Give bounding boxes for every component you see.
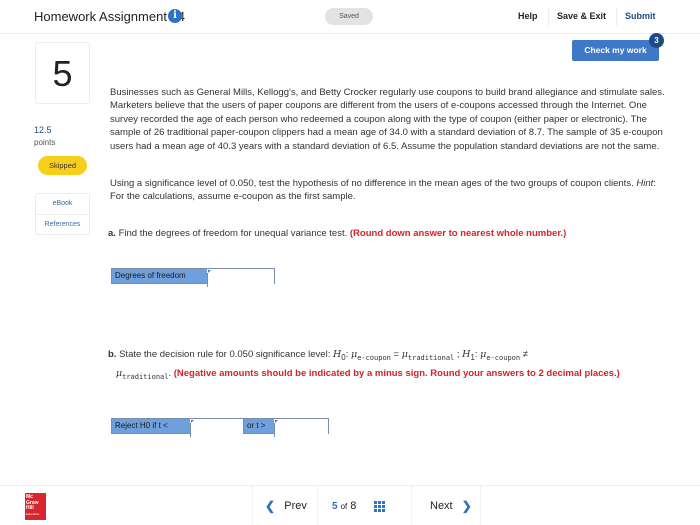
part-a-letter: a. [108,228,116,239]
references-link[interactable]: References [36,214,89,234]
reject-upper-label: or t > [243,419,274,433]
assignment-title: Homework Assignment #4 [34,9,186,24]
current-page: 5 [332,500,338,512]
degrees-of-freedom-label: Degrees of freedom [112,269,207,283]
chevron-right-icon: ❯ [461,499,472,513]
next-label: Next [430,500,453,512]
next-button[interactable]: Next ❯ [411,486,481,525]
h1-subscript: 1 [470,352,475,362]
skipped-status-badge: Skipped [38,156,87,175]
points-label: points [34,138,56,147]
part-b-question: b. State the decision rule for 0.050 sig… [108,349,620,381]
input-wrapper [207,269,274,287]
help-link[interactable]: Help [518,11,538,21]
separator: ; [454,349,463,360]
save-exit-link[interactable]: Save & Exit [557,11,606,21]
grid-view-icon[interactable] [374,500,386,512]
reject-lower-input[interactable] [190,422,243,437]
chevron-left-icon: ❮ [265,499,276,513]
mu-subscript: e-coupon [357,353,391,362]
part-b-text: State the decision rule for 0.050 signif… [119,349,333,360]
saved-status-badge: Saved [325,8,373,25]
part-b-instruction: (Negative amounts should be indicated by… [173,367,620,379]
mu-subscript: traditional [122,372,169,381]
attempts-badge: 3 [649,33,664,48]
equals-sign: = [390,349,402,360]
reject-lower-label: Reject H0 if t < [112,419,190,433]
logo-text: Education [26,511,40,516]
mu-subscript: e-coupon [486,353,521,362]
question-number: 5 [35,42,90,104]
mcgraw-hill-logo: Mc Graw Hill Education [25,493,46,520]
submit-link[interactable]: Submit [625,11,656,21]
input-wrapper [190,419,243,437]
mu-subscript: traditional [407,353,455,362]
divider [548,8,549,26]
h0-subscript: 0 [341,352,346,362]
prev-label: Prev [284,500,307,512]
decision-rule-row: Reject H0 if t < or t > [111,418,329,437]
part-a-text: Find the degrees of freedom for unequal … [118,228,350,239]
input-wrapper [274,419,328,437]
total-pages: 8 [350,500,357,512]
reject-upper-input[interactable] [274,422,328,437]
degrees-of-freedom-row: Degrees of freedom [111,268,275,287]
degrees-of-freedom-input[interactable] [207,272,274,287]
of-label: of [340,501,348,511]
top-bar: Homework Assignment #4 i Saved Help Save… [0,0,700,34]
part-a-question: a. Find the degrees of freedom for unequ… [108,228,566,239]
hint-label: Hint [636,178,654,189]
check-my-work-button[interactable]: Check my work [572,40,659,61]
part-a-instruction: (Round down answer to nearest whole numb… [349,228,567,239]
not-equals-sign: ≠ [520,349,528,360]
problem-statement: Businesses such as General Mills, Kellog… [110,87,665,152]
prev-button[interactable]: ❮ Prev [252,486,318,525]
instructions-text: Using a significance level of 0.050, tes… [110,178,637,189]
footer-nav: Mc Graw Hill Education ❮ Prev 5 of 8 Nex… [0,485,700,525]
problem-instructions: Using a significance level of 0.050, tes… [110,177,665,204]
points-value: 12.5 [34,125,52,135]
page-indicator[interactable]: 5 of 8 [318,486,411,525]
ebook-link[interactable]: eBook [36,194,89,214]
divider [616,8,617,26]
info-icon[interactable]: i [168,9,182,23]
part-b-letter: b. [108,349,117,360]
resources-box: eBook References [35,193,90,235]
